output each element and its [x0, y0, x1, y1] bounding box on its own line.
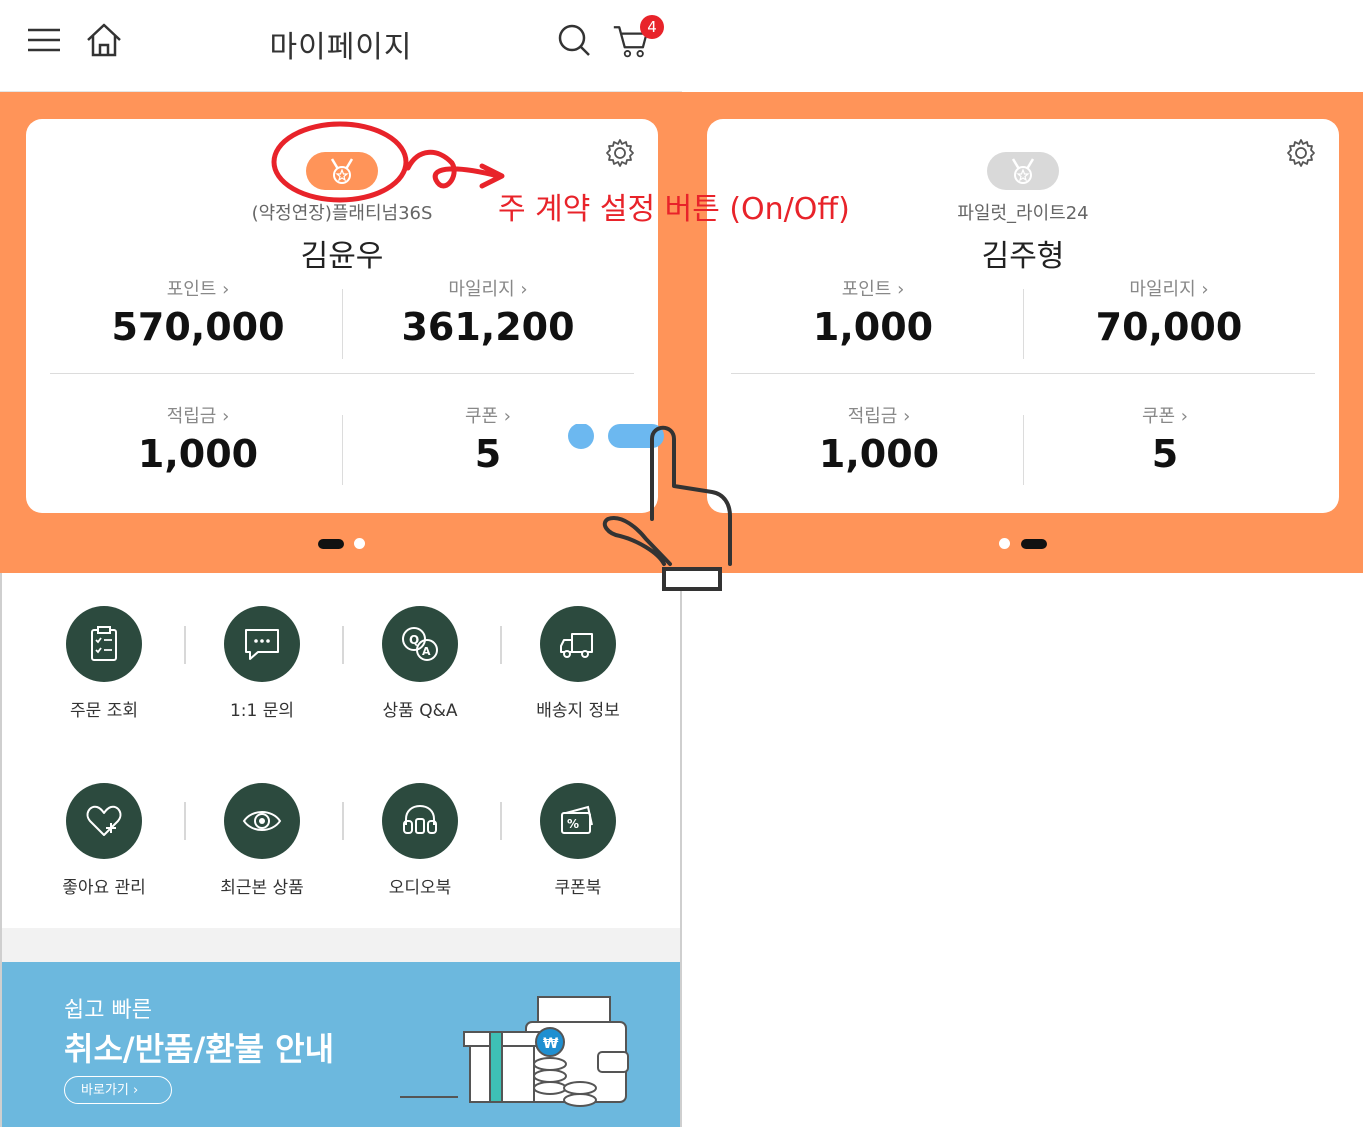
menu-icon-circle — [66, 783, 142, 859]
medal-icon — [1011, 158, 1035, 184]
menu-label: 오디오북 — [388, 878, 452, 898]
carousel-dot-active[interactable] — [1021, 539, 1047, 549]
point-stat[interactable]: 포인트 › 1,000 — [723, 275, 1023, 349]
reserve-label: 적립금 › — [166, 406, 230, 427]
menu-coupon-book[interactable]: % 쿠폰북 — [508, 783, 648, 898]
menu-icon-circle — [224, 606, 300, 682]
menu-label: 쿠폰북 — [554, 878, 602, 898]
menu-separator — [342, 626, 344, 664]
heart-plus-icon — [86, 805, 122, 836]
delivery-truck-icon — [560, 633, 593, 658]
menu-icon-circle — [540, 606, 616, 682]
eye-icon — [242, 811, 282, 831]
menu-label: 주문 조회 — [70, 701, 138, 721]
svg-text:Q: Q — [409, 633, 419, 647]
mileage-value: 361,200 — [401, 305, 575, 349]
menu-audiobook[interactable]: 오디오북 — [350, 783, 490, 898]
menu-shipping-info[interactable]: 배송지 정보 — [508, 606, 648, 721]
carousel-dot[interactable] — [354, 538, 365, 549]
menu-one-on-one-inquiry[interactable]: 1:1 문의 — [192, 606, 332, 721]
menu-label: 1:1 문의 — [229, 701, 295, 721]
menu-order-lookup[interactable]: 주문 조회 — [34, 606, 174, 721]
menu-separator — [500, 802, 502, 840]
reserve-stat[interactable]: 적립금 › 1,000 — [729, 402, 1029, 476]
coupon-label: 쿠폰 › — [1141, 406, 1189, 427]
carousel-dot-active[interactable] — [318, 539, 344, 549]
menu-separator — [184, 626, 186, 664]
banner-subtitle: 쉽고 빠른 — [64, 998, 152, 1023]
menu-label: 상품 Q&A — [382, 701, 458, 721]
point-label: 포인트 › — [166, 279, 230, 300]
point-value: 570,000 — [111, 305, 285, 349]
banner-title: 취소/반품/환불 안내 — [64, 1030, 335, 1068]
svg-text:₩: ₩ — [543, 1036, 559, 1052]
chat-bubble-icon — [245, 629, 279, 660]
carousel-indicator — [999, 538, 1049, 550]
reserve-stat[interactable]: 적립금 › 1,000 — [48, 402, 348, 476]
menu-recently-viewed[interactable]: 최근본 상품 — [192, 783, 332, 898]
menu-separator — [184, 802, 186, 840]
menu-separator — [342, 802, 344, 840]
svg-text:%: % — [567, 817, 579, 831]
reserve-label: 적립금 › — [847, 406, 911, 427]
member-name: 김윤우 — [300, 239, 384, 274]
annotation-circle-arrow — [271, 121, 505, 203]
grade-medal-badge[interactable] — [987, 152, 1059, 190]
coupon-stat[interactable]: 쿠폰 › 5 — [1015, 402, 1315, 476]
mileage-value: 70,000 — [1095, 305, 1243, 349]
menu-likes[interactable]: 좋아요 관리 — [34, 783, 174, 898]
app-header: 마이페이지 4 — [0, 0, 682, 92]
point-value: 1,000 — [812, 305, 934, 349]
svg-text:A: A — [422, 645, 431, 658]
headphones-icon — [403, 804, 437, 834]
menu-icon-circle: Q A — [382, 606, 458, 682]
reserve-value: 1,000 — [137, 432, 259, 476]
section-spacer — [2, 928, 680, 962]
menu-icon-circle — [382, 783, 458, 859]
reserve-value: 1,000 — [818, 432, 940, 476]
menu-icon-circle — [66, 606, 142, 682]
coupon-value: 5 — [1151, 432, 1179, 476]
annotation-label: 주 계약 설정 버튼 (On/Off) — [498, 192, 850, 227]
member-name: 김주형 — [981, 239, 1065, 274]
membership-card-secondary[interactable]: 파일럿_라이트24 김주형 포인트 › 1,000 마일리지 › 70,000 … — [707, 119, 1339, 513]
mileage-stat[interactable]: 마일리지 › 361,200 — [338, 275, 638, 349]
search-icon[interactable] — [554, 20, 594, 60]
divider — [731, 373, 1315, 374]
mileage-stat[interactable]: 마일리지 › 70,000 — [1019, 275, 1319, 349]
carousel-indicator — [318, 538, 368, 550]
mileage-label: 마일리지 › — [448, 279, 528, 300]
carousel-dot[interactable] — [999, 538, 1010, 549]
menu-label: 최근본 상품 — [220, 878, 304, 898]
divider — [50, 373, 634, 374]
mileage-label: 마일리지 › — [1129, 279, 1209, 300]
banner-go-button[interactable]: 바로가기 › — [64, 1076, 172, 1104]
menu-label: 좋아요 관리 — [62, 878, 146, 898]
point-label: 포인트 › — [841, 279, 905, 300]
refund-guide-banner[interactable]: 쉽고 빠른 취소/반품/환불 안내 바로가기 › ₩ — [2, 962, 680, 1127]
menu-product-qa[interactable]: Q A 상품 Q&A — [350, 606, 490, 721]
settings-gear-icon[interactable] — [604, 137, 636, 169]
coupon-icon: % — [561, 805, 593, 834]
order-clipboard-icon — [91, 626, 117, 661]
swipe-hand-icon — [602, 425, 732, 591]
menu-separator — [500, 626, 502, 664]
qa-bubbles-icon: Q A — [402, 627, 438, 661]
point-stat[interactable]: 포인트 › 570,000 — [48, 275, 348, 349]
settings-gear-icon[interactable] — [1285, 137, 1317, 169]
cart-count-badge: 4 — [640, 15, 664, 39]
menu-label: 배송지 정보 — [536, 701, 620, 721]
menu-icon-circle — [224, 783, 300, 859]
menu-icon-circle: % — [540, 783, 616, 859]
gift-wallet-coins-illustration: ₩ — [400, 996, 629, 1107]
